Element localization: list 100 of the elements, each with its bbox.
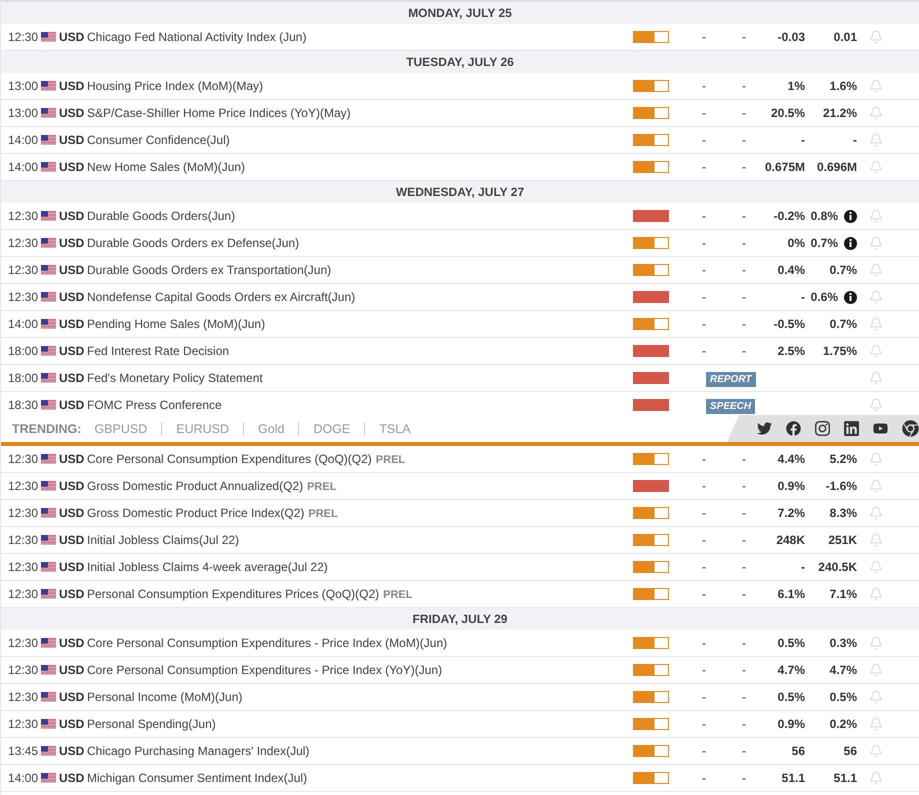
table-cell: 7.1%	[830, 587, 857, 601]
table-cell-text: 2.5%	[776, 344, 805, 358]
instagram-icon[interactable]	[815, 420, 830, 437]
info-icon[interactable]	[844, 290, 857, 304]
flag-icon	[41, 373, 56, 383]
event-name[interactable]: Core Personal Consumption Expenditures - Price Index (MoM)(Jun)	[87, 636, 633, 650]
bell-icon[interactable]	[869, 236, 883, 250]
table-cell-text: -	[701, 79, 707, 93]
table-cell-text: -	[741, 560, 747, 574]
bell-icon[interactable]	[869, 771, 883, 785]
event-name[interactable]: Consumer Confidence(Jul)	[87, 133, 633, 147]
table-cell-text: -	[741, 636, 747, 650]
event-name[interactable]: Initial Jobless Claims(Jul 22)	[87, 533, 633, 547]
event-name[interactable]: Chicago Purchasing Managers' Index(Jul)	[87, 744, 633, 758]
event-name[interactable]: Gross Domestic Product Price Index(Q2) PREL	[87, 506, 633, 520]
currency-code: USD	[59, 371, 86, 385]
twitter-icon[interactable]	[757, 420, 772, 437]
event-name[interactable]: Personal Consumption Expenditures Prices (QoQ)(Q2) PREL	[87, 587, 633, 601]
event-name[interactable]: Core Personal Consumption Expenditures (QoQ)(Q2) PREL	[87, 452, 633, 466]
event-time: 12:30	[7, 236, 40, 250]
bell-icon[interactable]	[869, 209, 883, 223]
table-cell-text: -	[741, 79, 747, 93]
event-name[interactable]: Core Personal Consumption Expenditures - Price Index (YoY)(Jun)	[87, 663, 633, 677]
table-cell-text: -	[701, 636, 707, 650]
bell-icon[interactable]	[869, 290, 883, 304]
event-name[interactable]: Durable Goods Orders ex Transportation(Jun)	[87, 263, 633, 277]
flag-icon	[41, 454, 56, 464]
table-cell: 0.6%	[810, 290, 838, 304]
event-name[interactable]: Michigan Consumer Sentiment Index(Jul)	[87, 771, 633, 785]
table-cell-text: -	[800, 290, 805, 304]
table-cell-text: -	[741, 506, 747, 520]
event-time: 14:00	[7, 771, 40, 785]
table-cell-text: 0.5%	[776, 690, 805, 704]
bell-icon[interactable]	[869, 636, 883, 650]
bell-icon[interactable]	[869, 506, 883, 520]
table-cell-text: -	[741, 160, 747, 174]
flag-icon	[41, 719, 56, 729]
table-cell: 0.696M	[816, 160, 857, 174]
info-icon[interactable]	[844, 210, 857, 222]
bell-icon[interactable]	[869, 744, 883, 758]
bell-icon[interactable]	[869, 344, 883, 358]
linkedin-icon[interactable]	[844, 420, 859, 437]
bell-icon[interactable]	[869, 587, 883, 601]
table-cell-text: -	[741, 587, 747, 601]
bell-icon[interactable]	[869, 452, 883, 466]
bell-icon[interactable]	[869, 398, 883, 412]
flag-icon	[41, 81, 56, 91]
table-cell-text: -0.5%	[772, 317, 805, 331]
currency-code: USD	[59, 236, 86, 250]
event-name[interactable]: Durable Goods Orders(Jun)	[87, 209, 633, 223]
event-name[interactable]: S&P/Case-Shiller Home Price Indices (YoY)(May)	[87, 106, 633, 120]
bell-icon[interactable]	[869, 560, 883, 574]
currency-code: USD	[59, 587, 86, 601]
facebook-icon[interactable]	[786, 420, 801, 437]
table-cell-text: -	[741, 317, 747, 331]
event-name[interactable]: New Home Sales (MoM)(Jun)	[87, 160, 633, 174]
flag-icon	[41, 135, 56, 145]
event-type-badge: SPEECH	[706, 399, 756, 414]
day-header: FRIDAY, JULY 29	[1, 608, 919, 630]
table-cell-text: 0.5%	[776, 636, 805, 650]
event-name[interactable]: Chicago Fed National Activity Index (Jun)	[87, 30, 633, 44]
event-name[interactable]: Gross Domestic Product Annualized(Q2) PREL	[87, 479, 633, 493]
event-time: 12:30	[7, 663, 40, 677]
event-name[interactable]: Fed Interest Rate Decision	[87, 344, 633, 358]
bell-icon[interactable]	[869, 30, 883, 44]
bell-icon[interactable]	[869, 106, 883, 120]
event-time: 12:30	[7, 636, 40, 650]
event-time: 18:00	[7, 371, 40, 385]
event-name[interactable]: Initial Jobless Claims 4-week average(Jul 22)	[87, 560, 633, 574]
bell-icon[interactable]	[869, 533, 883, 547]
bell-icon[interactable]	[869, 663, 883, 677]
currency-code: USD	[59, 344, 86, 358]
bell-icon[interactable]	[869, 479, 883, 493]
event-name[interactable]: Pending Home Sales (MoM)(Jun)	[87, 317, 633, 331]
bell-icon[interactable]	[869, 717, 883, 731]
table-cell-text: -	[741, 106, 747, 120]
bell-icon[interactable]	[869, 263, 883, 277]
table-cell-text: -	[701, 771, 707, 785]
bell-icon[interactable]	[869, 160, 883, 174]
table-cell-text: -	[701, 236, 707, 250]
event-name[interactable]: Fed's Monetary Policy Statement	[87, 371, 633, 385]
event-time: 18:00	[7, 344, 40, 358]
flag-icon	[41, 562, 56, 572]
bell-icon[interactable]	[869, 690, 883, 704]
flag-icon	[41, 692, 56, 702]
table-cell-text: 248K	[775, 533, 805, 547]
event-name[interactable]: Personal Income (MoM)(Jun)	[87, 690, 633, 704]
event-name[interactable]: Durable Goods Orders ex Defense(Jun)	[87, 236, 633, 250]
event-name[interactable]: FOMC Press Conference	[87, 398, 633, 412]
bell-icon[interactable]	[869, 133, 883, 147]
bell-icon[interactable]	[869, 371, 883, 385]
event-name[interactable]: Nondefense Capital Goods Orders ex Aircraft(Jun)	[87, 290, 633, 304]
event-time: 12:30	[7, 452, 40, 466]
bell-icon[interactable]	[869, 79, 883, 93]
table-cell: 0.3%	[830, 636, 857, 650]
social-icon[interactable]	[902, 420, 919, 437]
info-icon[interactable]	[844, 236, 857, 250]
event-name[interactable]: Housing Price Index (MoM)(May)	[87, 79, 633, 93]
bell-icon[interactable]	[869, 317, 883, 331]
event-name[interactable]: Personal Spending(Jun)	[87, 717, 633, 731]
